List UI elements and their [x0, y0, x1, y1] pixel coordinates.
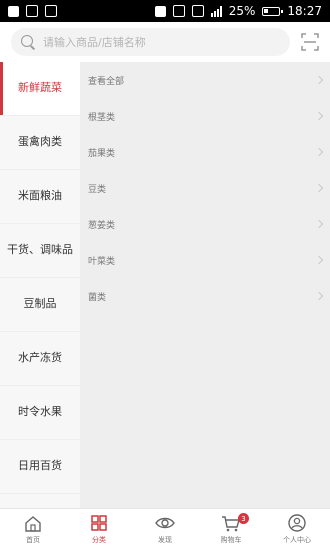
category-item[interactable]: 蛋禽肉类: [0, 116, 80, 170]
chevron-right-icon: [314, 75, 324, 85]
category-item[interactable]: 水产冻货: [0, 332, 80, 386]
wifi-icon: [191, 5, 204, 17]
chevron-right-icon: [314, 291, 324, 301]
subcategory-label: 根茎类: [88, 112, 116, 123]
category-item[interactable]: 豆制品: [0, 278, 80, 332]
search-icon: [21, 35, 35, 49]
nav-label: 首页: [26, 536, 40, 544]
category-sidebar: 新鲜蔬菜蛋禽肉类米面粮油干货、调味品豆制品水产冻货时令水果日用百货酒水饮料: [0, 62, 80, 548]
category-item[interactable]: 新鲜蔬菜: [0, 62, 80, 116]
notification-icon: [8, 5, 19, 17]
nav-item-grid[interactable]: 分类: [66, 509, 132, 550]
nav-label: 分类: [92, 536, 106, 544]
status-left: [8, 5, 57, 17]
subcategory-item[interactable]: 葱姜类: [88, 206, 330, 242]
subcategory-label: 叶菜类: [88, 256, 116, 267]
category-label: 新鲜蔬菜: [18, 81, 62, 95]
subcategory-label: 茄果类: [88, 148, 116, 159]
category-label: 米面粮油: [18, 189, 62, 203]
category-item[interactable]: 米面粮油: [0, 170, 80, 224]
category-item[interactable]: 日用百货: [0, 440, 80, 494]
home-icon: [23, 514, 43, 532]
status-right: 25% 18:27: [154, 4, 322, 18]
image-icon: [26, 5, 38, 17]
search-header: [0, 22, 330, 62]
nav-item-user[interactable]: 个人中心: [264, 509, 330, 550]
subcategory-label: 豆类: [88, 184, 107, 195]
category-label: 干货、调味品: [7, 243, 73, 257]
user-icon: [287, 514, 307, 532]
chevron-right-icon: [314, 183, 324, 193]
category-label: 水产冻货: [18, 351, 62, 365]
subcategory-label: 菌类: [88, 292, 107, 303]
category-label: 日用百货: [18, 459, 62, 473]
nav-item-home[interactable]: 首页: [0, 509, 66, 550]
subcategory-item[interactable]: 茄果类: [88, 134, 330, 170]
search-input[interactable]: [43, 35, 263, 49]
status-bar: 25% 18:27: [0, 0, 330, 22]
clock-time: 18:27: [287, 4, 322, 18]
eye-icon: [155, 514, 175, 532]
subcategory-item[interactable]: 根茎类: [88, 98, 330, 134]
battery-icon: [262, 6, 284, 16]
message-icon: [45, 5, 57, 17]
search-box[interactable]: [11, 28, 290, 56]
category-label: 时令水果: [18, 405, 62, 419]
bottom-nav: 首页 分类 发现 购物车 3 个人中心: [0, 508, 330, 550]
nav-label: 购物车: [220, 536, 242, 544]
vibrate-icon: [172, 5, 185, 17]
subcategory-item[interactable]: 菌类: [88, 278, 330, 314]
signal-icon: [210, 5, 222, 17]
main-content: 新鲜蔬菜蛋禽肉类米面粮油干货、调味品豆制品水产冻货时令水果日用百货酒水饮料 查看…: [0, 62, 330, 548]
subcategory-item[interactable]: 叶菜类: [88, 242, 330, 278]
subcategory-label: 查看全部: [88, 76, 125, 87]
nav-label: 发现: [158, 536, 172, 544]
category-label: 蛋禽肉类: [18, 135, 62, 149]
nfc-icon: [154, 5, 166, 17]
subcategory-list: 查看全部根茎类茄果类豆类葱姜类叶菜类菌类: [80, 62, 330, 508]
battery-percent: 25%: [228, 4, 256, 18]
category-label: 豆制品: [23, 297, 57, 311]
chevron-right-icon: [314, 219, 324, 229]
nav-item-cart[interactable]: 购物车 3: [198, 509, 264, 550]
category-item[interactable]: 干货、调味品: [0, 224, 80, 278]
grid-icon: [89, 514, 109, 532]
category-item[interactable]: 时令水果: [0, 386, 80, 440]
chevron-right-icon: [314, 147, 324, 157]
subcategory-item[interactable]: 查看全部: [88, 62, 330, 98]
chevron-right-icon: [314, 255, 324, 265]
nav-item-eye[interactable]: 发现: [132, 509, 198, 550]
scan-icon[interactable]: [300, 32, 320, 52]
nav-label: 个人中心: [283, 536, 311, 544]
chevron-right-icon: [314, 111, 324, 121]
cart-badge: 3: [238, 513, 249, 524]
subcategory-item[interactable]: 豆类: [88, 170, 330, 206]
subcategory-label: 葱姜类: [88, 220, 116, 231]
